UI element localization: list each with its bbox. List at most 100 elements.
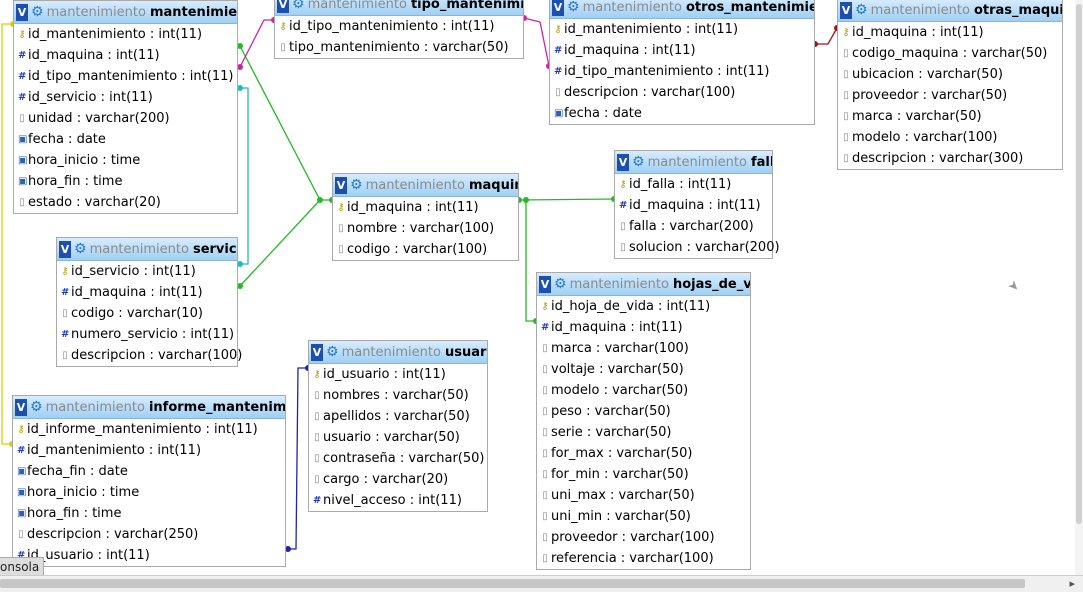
column-row[interactable]: ⚷ id_tipo_mantenimiento : int(11) xyxy=(275,16,523,37)
column-row[interactable]: ⚷ id_mantenimiento : int(11) xyxy=(550,19,814,40)
column-row[interactable]: ▯ serie : varchar(50) xyxy=(537,422,750,443)
column-row[interactable]: ▯ modelo : varchar(100) xyxy=(838,127,1062,148)
toggle-columns-icon[interactable]: V xyxy=(15,398,27,416)
column-row[interactable]: ⚷ id_hoja_de_vida : int(11) xyxy=(537,296,750,317)
column-row[interactable]: ▯ descripcion : varchar(100) xyxy=(57,345,242,366)
table-hojas_de_vida[interactable]: V⚙mantenimientohojas_de_vida⚷id_hoja_de_… xyxy=(536,272,751,570)
column-row[interactable]: ⚷ id_usuario : int(11) xyxy=(309,364,487,385)
column-row[interactable]: ▣ hora_inicio : time xyxy=(14,150,237,171)
column-row[interactable]: # id_maquina : int(11) xyxy=(615,195,772,216)
column-row[interactable]: ▣ hora_fin : time xyxy=(14,171,237,192)
column-row[interactable]: ▯ estado : varchar(20) xyxy=(14,192,237,213)
toggle-columns-icon[interactable]: V xyxy=(617,153,629,171)
toggle-columns-icon[interactable]: V xyxy=(16,3,28,21)
table-header[interactable]: V⚙mantenimientohojas_de_vida xyxy=(537,273,750,296)
table-header[interactable]: V⚙mantenimientoinforme_mantenimiento xyxy=(13,396,285,419)
column-row[interactable]: # id_servicio : int(11) xyxy=(14,87,237,108)
horizontal-scrollbar[interactable]: ▸ xyxy=(0,575,1083,592)
gear-icon[interactable]: ⚙ xyxy=(554,276,567,292)
column-row[interactable]: # numero_servicio : int(11) xyxy=(57,324,237,345)
column-row[interactable]: ▯ for_min : varchar(50) xyxy=(537,464,750,485)
table-maquinas[interactable]: V⚙mantenimientomaquinas⚷id_maquina : int… xyxy=(332,173,519,261)
scrollbar-thumb[interactable] xyxy=(0,579,1025,588)
toggle-columns-icon[interactable]: V xyxy=(311,343,323,361)
column-row[interactable]: ▯ uni_max : varchar(50) xyxy=(537,485,750,506)
table-header[interactable]: V⚙mantenimientootras_maquinas xyxy=(838,0,1062,22)
table-informe_mantenimiento[interactable]: V⚙mantenimientoinforme_mantenimiento⚷id_… xyxy=(12,395,286,567)
column-row[interactable]: ▯ codigo_maquina : varchar(50) xyxy=(838,43,1062,64)
column-row[interactable]: ⚷ id_informe_mantenimiento : int(11) xyxy=(13,419,285,440)
vertical-scrollbar[interactable] xyxy=(1075,0,1083,575)
column-row[interactable]: # nivel_acceso : int(11) xyxy=(309,490,487,511)
column-row[interactable]: ⚷ id_maquina : int(11) xyxy=(333,197,518,218)
gear-icon[interactable]: ⚙ xyxy=(292,0,305,12)
column-row[interactable]: ▯ contraseña : varchar(50) xyxy=(309,448,487,469)
column-row[interactable]: ▯ referencia : varchar(100) xyxy=(537,548,750,569)
column-row[interactable]: ▯ voltaje : varchar(50) xyxy=(537,359,750,380)
table-header[interactable]: V⚙mantenimientootros_mantenimientos xyxy=(550,0,814,19)
column-row[interactable]: ▯ proveedor : varchar(100) xyxy=(537,527,750,548)
column-row[interactable]: ⚷ id_servicio : int(11) xyxy=(57,261,237,282)
table-otros_mantenimientos[interactable]: V⚙mantenimientootros_mantenimientos⚷id_m… xyxy=(549,0,815,125)
table-header[interactable]: V⚙mantenimientofallas xyxy=(615,151,772,174)
column-row[interactable]: ⚷ id_falla : int(11) xyxy=(615,174,772,195)
toggle-columns-icon[interactable]: V xyxy=(335,176,347,194)
toggle-columns-icon[interactable]: V xyxy=(552,0,564,16)
gear-icon[interactable]: ⚙ xyxy=(30,399,43,415)
column-row[interactable]: ▯ descripcion : varchar(250) xyxy=(13,524,285,545)
gear-icon[interactable]: ⚙ xyxy=(350,177,363,193)
column-row[interactable]: ▣ hora_fin : time xyxy=(13,503,285,524)
column-row[interactable]: ▯ nombres : varchar(50) xyxy=(309,385,487,406)
column-row[interactable]: ▯ tipo_mantenimiento : varchar(50) xyxy=(275,37,523,58)
column-row[interactable]: # id_maquina : int(11) xyxy=(537,317,750,338)
column-row[interactable]: ▯ unidad : varchar(200) xyxy=(14,108,237,129)
table-header[interactable]: V⚙mantenimientomaquinas xyxy=(333,174,518,197)
column-row[interactable]: ▯ proveedor : varchar(50) xyxy=(838,85,1062,106)
column-row[interactable]: ⚷ id_maquina : int(11) xyxy=(838,22,1062,43)
table-header[interactable]: V⚙mantenimientotipo_mantenimiento xyxy=(275,0,523,16)
column-row[interactable]: ▣ fecha : date xyxy=(550,103,814,124)
scrollbar-thumb-vertical[interactable] xyxy=(1076,4,1082,524)
column-row[interactable]: # id_tipo_mantenimiento : int(11) xyxy=(550,61,814,82)
column-row[interactable]: ▯ marca : varchar(100) xyxy=(537,338,750,359)
column-row[interactable]: ▯ descripcion : varchar(300) xyxy=(838,148,1062,169)
gear-icon[interactable]: ⚙ xyxy=(74,241,87,257)
column-row[interactable]: # id_mantenimiento : int(11) xyxy=(13,440,285,461)
column-row[interactable]: ▯ descripcion : varchar(100) xyxy=(550,82,814,103)
table-mantenimientos[interactable]: V⚙mantenimientomantenimientos⚷id_manteni… xyxy=(13,0,238,214)
toggle-columns-icon[interactable]: V xyxy=(840,1,852,19)
table-fallas[interactable]: V⚙mantenimientofallas⚷id_falla : int(11)… xyxy=(614,150,780,259)
column-row[interactable]: # id_usuario : int(11) xyxy=(13,545,285,566)
gear-icon[interactable]: ⚙ xyxy=(326,344,339,360)
console-tab[interactable]: onsola xyxy=(0,557,45,577)
gear-icon[interactable]: ⚙ xyxy=(567,0,580,15)
column-row[interactable]: ▣ fecha_fin : date xyxy=(13,461,285,482)
column-row[interactable]: ▯ solucion : varchar(200) xyxy=(615,237,779,258)
table-tipo_mantenimiento[interactable]: V⚙mantenimientotipo_mantenimiento⚷id_tip… xyxy=(274,0,524,59)
gear-icon[interactable]: ⚙ xyxy=(855,2,868,18)
column-row[interactable]: ▯ usuario : varchar(50) xyxy=(309,427,487,448)
column-row[interactable]: ▯ marca : varchar(50) xyxy=(838,106,1062,127)
column-row[interactable]: ▯ codigo : varchar(10) xyxy=(57,303,237,324)
column-row[interactable]: ▯ cargo : varchar(20) xyxy=(309,469,487,490)
column-row[interactable]: ▣ fecha : date xyxy=(14,129,237,150)
table-header[interactable]: V⚙mantenimientousuarios xyxy=(309,341,487,364)
designer-canvas[interactable]: V⚙mantenimientomantenimientos ⚷id_manteni… xyxy=(0,0,1083,591)
column-row[interactable]: ▯ ubicacion : varchar(50) xyxy=(838,64,1062,85)
table-header[interactable]: V⚙mantenimientomantenimientos xyxy=(14,1,237,24)
column-row[interactable]: ▯ peso : varchar(50) xyxy=(537,401,750,422)
gear-icon[interactable]: ⚙ xyxy=(31,4,44,20)
column-row[interactable]: # id_maquina : int(11) xyxy=(550,40,814,61)
column-row[interactable]: ▯ codigo : varchar(100) xyxy=(333,239,518,260)
column-row[interactable]: # id_tipo_mantenimiento : int(11) xyxy=(14,66,237,87)
column-row[interactable]: ▯ apellidos : varchar(50) xyxy=(309,406,487,427)
column-row[interactable]: ▣ hora_inicio : time xyxy=(13,482,285,503)
table-otras_maquinas[interactable]: V⚙mantenimientootras_maquinas⚷id_maquina… xyxy=(837,0,1063,170)
scroll-right-icon[interactable]: ▸ xyxy=(1069,577,1075,590)
table-servicios[interactable]: V⚙mantenimientoservicios⚷id_servicio : i… xyxy=(56,237,242,367)
toggle-columns-icon[interactable]: V xyxy=(539,275,551,293)
column-row[interactable]: ▯ modelo : varchar(50) xyxy=(537,380,750,401)
toggle-columns-icon[interactable]: V xyxy=(59,240,71,258)
column-row[interactable]: ▯ falla : varchar(200) xyxy=(615,216,772,237)
column-row[interactable]: # id_maquina : int(11) xyxy=(57,282,237,303)
